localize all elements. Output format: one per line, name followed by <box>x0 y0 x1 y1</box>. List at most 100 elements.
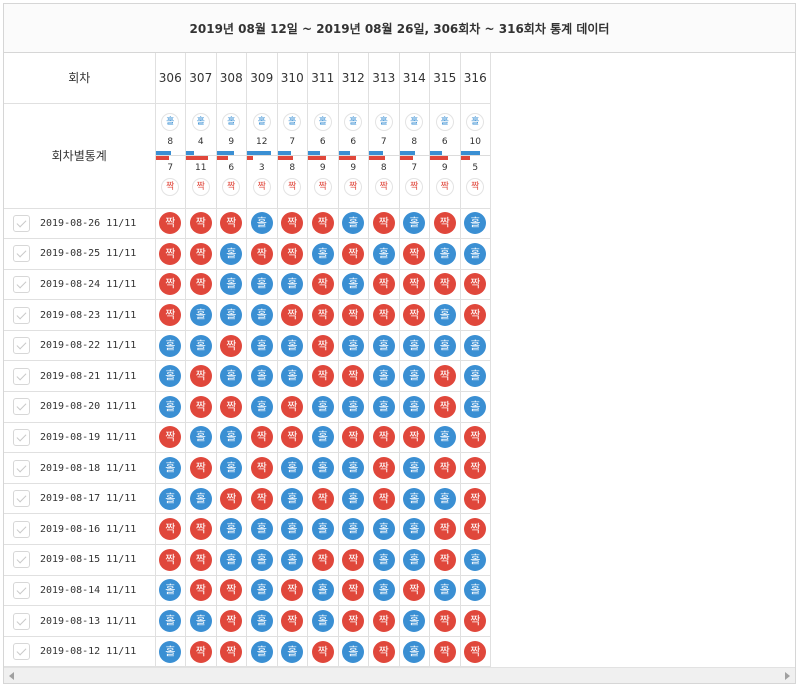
even-result-ball: 짝 <box>220 610 243 633</box>
scroll-right-arrow-icon[interactable] <box>785 672 790 680</box>
even-result-ball: 짝 <box>342 610 365 633</box>
result-cell: 짝 <box>277 575 308 607</box>
even-result-ball: 짝 <box>189 395 212 418</box>
even-result-ball: 짝 <box>311 548 334 571</box>
odd-result-ball: 홀 <box>403 457 426 480</box>
result-cell: 홀 <box>277 452 308 484</box>
result-cell: 홀 <box>246 636 278 668</box>
row-checkbox[interactable] <box>13 612 30 630</box>
odd-result-ball: 홀 <box>464 242 487 265</box>
result-cell: 짝 <box>307 483 339 515</box>
result-cell: 홀 <box>216 452 247 484</box>
even-count: 3 <box>258 162 265 173</box>
result-cell: 짝 <box>277 391 308 423</box>
odd-result-ball: 홀 <box>250 273 273 296</box>
even-badge: 짝 <box>222 177 241 196</box>
result-cell: 짝 <box>216 391 247 423</box>
odd-result-ball: 홀 <box>220 457 243 480</box>
result-cell: 짝 <box>399 422 430 454</box>
even-result-ball: 짝 <box>189 548 212 571</box>
row-checkbox[interactable] <box>13 306 30 324</box>
result-cell: 짝 <box>155 269 186 301</box>
date-cell: 2019-08-22 11/11 <box>4 330 156 362</box>
row-checkbox[interactable] <box>13 398 30 416</box>
round-number: 307 <box>185 53 217 104</box>
odd-result-ball: 홀 <box>250 548 273 571</box>
even-result-ball: 짝 <box>372 304 395 327</box>
result-cell: 짝 <box>277 605 308 637</box>
row-checkbox[interactable] <box>13 428 30 446</box>
odd-result-ball: 홀 <box>281 640 304 663</box>
result-cell: 홀 <box>399 208 430 240</box>
result-cell: 짝 <box>460 269 491 301</box>
result-cell: 짝 <box>368 422 400 454</box>
even-result-ball: 짝 <box>311 334 334 357</box>
result-cell: 짝 <box>368 452 400 484</box>
result-cell: 짝 <box>368 269 400 301</box>
even-result-ball: 짝 <box>433 640 456 663</box>
result-cell: 홀 <box>460 360 491 393</box>
result-cell: 짝 <box>429 544 461 576</box>
result-cell: 홀 <box>277 269 308 301</box>
odd-result-ball: 홀 <box>464 334 487 357</box>
row-checkbox[interactable] <box>13 551 30 569</box>
odd-result-ball: 홀 <box>159 640 182 663</box>
even-bar <box>338 155 357 160</box>
row-checkbox[interactable] <box>13 459 30 477</box>
odd-result-ball: 홀 <box>403 640 426 663</box>
horizontal-scrollbar[interactable] <box>4 667 795 683</box>
row-checkbox[interactable] <box>13 581 30 599</box>
result-cell: 홀 <box>307 575 339 607</box>
even-result-ball: 짝 <box>372 273 395 296</box>
result-cell: 짝 <box>185 636 217 668</box>
result-cell: 짝 <box>185 452 217 484</box>
odd-result-ball: 홀 <box>403 365 426 388</box>
round-number: 316 <box>460 53 491 104</box>
odd-count: 12 <box>256 136 268 147</box>
result-cell: 홀 <box>185 605 217 637</box>
row-checkbox[interactable] <box>13 367 30 385</box>
odd-result-ball: 홀 <box>464 212 487 235</box>
result-cell: 짝 <box>460 605 491 637</box>
row-checkbox[interactable] <box>13 245 30 263</box>
result-cell: 짝 <box>429 391 461 423</box>
result-cell: 홀 <box>216 238 247 270</box>
round-stat-cell: 홀 7 8 짝 <box>368 103 400 209</box>
date-cell: 2019-08-26 11/11 <box>4 208 156 240</box>
round-stat-cell: 홀 7 8 짝 <box>277 103 308 209</box>
row-checkbox[interactable] <box>13 490 30 508</box>
odd-result-ball: 홀 <box>281 365 304 388</box>
result-cell: 짝 <box>368 208 400 240</box>
row-date: 2019-08-14 11/11 <box>40 584 137 596</box>
even-result-ball: 짝 <box>372 457 395 480</box>
result-cell: 홀 <box>399 360 430 393</box>
result-cell: 짝 <box>155 299 186 331</box>
scroll-left-arrow-icon[interactable] <box>9 672 14 680</box>
row-checkbox[interactable] <box>13 214 30 232</box>
result-cell: 짝 <box>277 422 308 454</box>
even-result-ball: 짝 <box>189 640 212 663</box>
odd-result-ball: 홀 <box>372 395 395 418</box>
even-result-ball: 짝 <box>281 304 304 327</box>
odd-count: 6 <box>319 136 326 147</box>
date-cell: 2019-08-19 11/11 <box>4 422 156 454</box>
result-cell: 홀 <box>185 299 217 331</box>
odd-result-ball: 홀 <box>372 242 395 265</box>
row-checkbox[interactable] <box>13 337 30 355</box>
row-date: 2019-08-19 11/11 <box>40 431 137 443</box>
odd-result-ball: 홀 <box>433 426 456 449</box>
result-cell: 홀 <box>460 238 491 270</box>
row-date: 2019-08-22 11/11 <box>40 340 137 352</box>
table-row: 2019-08-16 11/11 짝 짝 홀 홀 홀 홀 홀 홀 홀 짝 짝 <box>4 513 491 546</box>
odd-result-ball: 홀 <box>250 304 273 327</box>
odd-result-ball: 홀 <box>281 548 304 571</box>
row-checkbox[interactable] <box>13 520 30 538</box>
row-checkbox[interactable] <box>13 275 30 293</box>
even-result-ball: 짝 <box>281 395 304 418</box>
even-result-ball: 짝 <box>433 365 456 388</box>
result-cell: 짝 <box>429 452 461 484</box>
result-cell: 짝 <box>277 299 308 331</box>
row-checkbox[interactable] <box>13 643 30 661</box>
result-cell: 홀 <box>185 422 217 454</box>
odd-result-ball: 홀 <box>342 487 365 510</box>
